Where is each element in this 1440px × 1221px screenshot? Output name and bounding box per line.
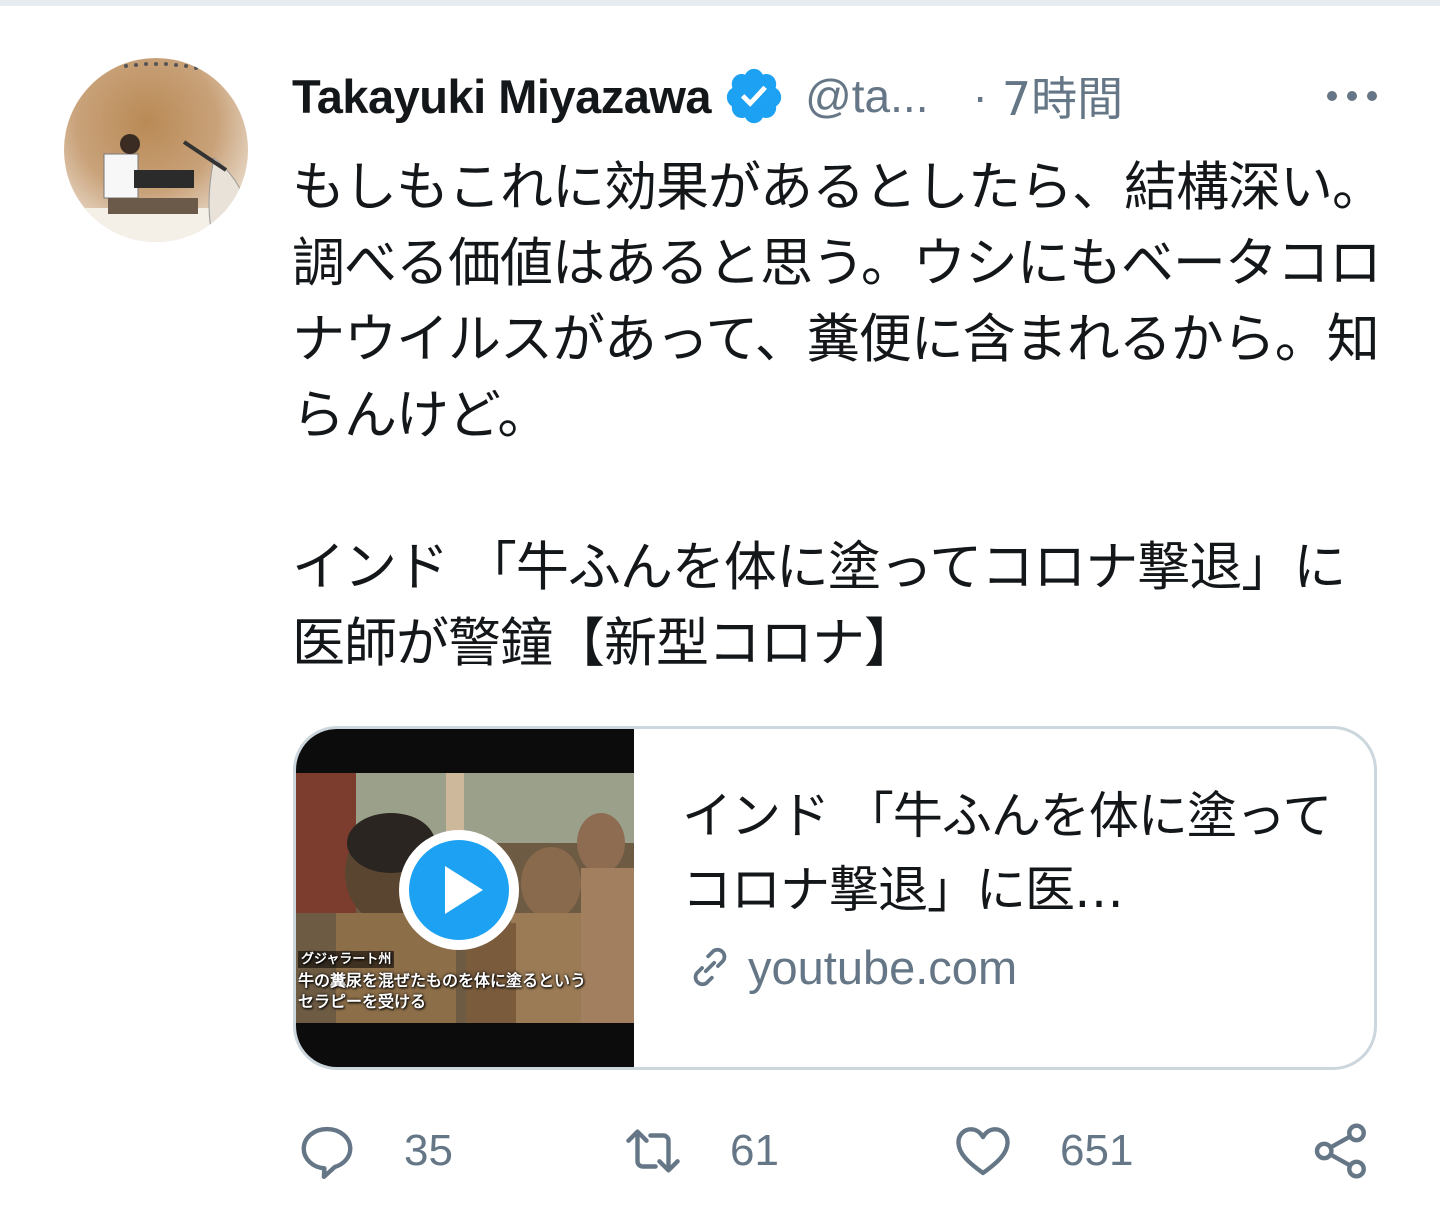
author-handle[interactable]: @ta...: [805, 69, 928, 123]
play-icon[interactable]: [397, 828, 521, 952]
card-domain-text: youtube.com: [748, 940, 1018, 994]
card-title: インド 「牛ふんを体に塗ってコロナ撃退」に医…: [682, 787, 1332, 919]
avatar-image: [64, 58, 248, 242]
like-button[interactable]: 651: [952, 1118, 1133, 1184]
like-count: 651: [1060, 1126, 1134, 1175]
thumbnail-caption-line-1: 牛の糞尿を混ぜたものを体に塗るという: [298, 971, 587, 990]
avatar[interactable]: [64, 58, 248, 242]
link-icon: [693, 947, 727, 987]
separator-dot: ·: [972, 70, 988, 122]
retweet-count: 61: [730, 1126, 779, 1175]
card-body[interactable]: インド 「牛ふんを体に塗ってコロナ撃退」に医… youtube.com: [682, 779, 1332, 995]
thumbnail-caption: グジャラート州 牛の糞尿を混ぜたものを体に塗るという セラピーを受ける: [298, 947, 632, 1012]
share-icon: [1314, 1123, 1366, 1179]
retweet-button[interactable]: 61: [622, 1118, 779, 1184]
card-domain: youtube.com: [682, 939, 1332, 995]
link-card[interactable]: グジャラート州 牛の糞尿を混ぜたものを体に塗るという セラピーを受ける インド …: [293, 726, 1377, 1070]
heart-icon: [956, 1127, 1010, 1176]
top-divider: [0, 0, 1440, 6]
tweet-header: Takayuki Miyazawa @ta... · 7時間: [292, 64, 1382, 128]
tweet-timestamp[interactable]: 7時間: [1002, 63, 1123, 129]
reply-count: 35: [404, 1126, 453, 1175]
more-horizontal-icon[interactable]: [1322, 72, 1382, 120]
verified-badge-icon: [726, 68, 782, 124]
reply-icon: [301, 1126, 353, 1180]
author-name[interactable]: Takayuki Miyazawa: [292, 69, 712, 124]
reply-button[interactable]: 35: [296, 1118, 453, 1184]
retweet-icon: [626, 1129, 680, 1173]
card-thumbnail[interactable]: グジャラート州 牛の糞尿を混ぜたものを体に塗るという セラピーを受ける: [296, 729, 634, 1067]
share-button[interactable]: [1310, 1118, 1372, 1184]
thumbnail-region: グジャラート州: [298, 951, 395, 968]
tweet-text: もしもこれに効果があるとしたら、結構深い。調べる価値はあると思う。ウシにもベータ…: [292, 157, 1385, 674]
action-bar: 35 61 651: [296, 1118, 1376, 1184]
thumbnail-caption-line-2: セラピーを受ける: [298, 992, 427, 1011]
